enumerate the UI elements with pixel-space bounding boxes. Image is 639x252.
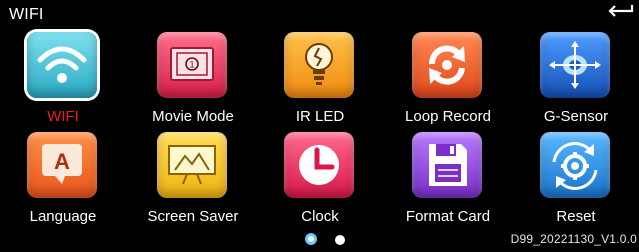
header: WIFI (0, 0, 639, 26)
gsensor-icon (540, 32, 610, 98)
settings-menu-grid: WIFI 1 Movie Mode IR LED Loop Record G-S… (0, 30, 639, 230)
menu-item-label: Reset (556, 208, 596, 225)
menu-item-label: Loop Record (405, 108, 491, 125)
reset-icon (540, 132, 610, 198)
firmware-version: D99_20221130_V1.0.0 (510, 232, 637, 246)
menu-item-g-sensor[interactable]: G-Sensor (513, 30, 639, 130)
menu-item-format-card[interactable]: Format Card (385, 130, 511, 230)
menu-item-label: IR LED (295, 108, 345, 125)
menu-item-ir-led[interactable]: IR LED (257, 30, 383, 130)
menu-item-label: Language (29, 208, 97, 225)
loop-record-icon (412, 32, 482, 98)
menu-item-label: Screen Saver (147, 208, 239, 225)
menu-item-movie-mode[interactable]: 1 Movie Mode (130, 30, 256, 130)
page-dot-1[interactable] (305, 233, 317, 245)
floppy-disk-icon (412, 132, 482, 198)
menu-item-label: WIFI (47, 108, 79, 125)
svg-text:1: 1 (189, 60, 194, 70)
menu-item-label: Format Card (405, 208, 491, 225)
page-title: WIFI (9, 6, 44, 23)
menu-item-label: Clock (301, 208, 339, 225)
page-indicator (305, 233, 355, 249)
clock-icon (284, 132, 354, 198)
language-icon: A (27, 132, 97, 198)
page-dot-2[interactable] (335, 235, 345, 245)
menu-item-clock[interactable]: Clock (257, 130, 383, 230)
screen-saver-icon (157, 132, 227, 198)
menu-item-label: G-Sensor (543, 108, 609, 125)
menu-item-label: Movie Mode (152, 108, 234, 125)
menu-item-loop-record[interactable]: Loop Record (385, 30, 511, 130)
menu-item-language[interactable]: A Language (0, 130, 126, 230)
wifi-icon (27, 32, 97, 98)
menu-item-wifi[interactable]: WIFI (0, 30, 126, 130)
menu-item-screen-saver[interactable]: Screen Saver (130, 130, 256, 230)
lightbulb-icon (284, 32, 354, 98)
menu-item-reset[interactable]: Reset (513, 130, 639, 230)
svg-text:A: A (54, 149, 70, 174)
movie-mode-icon: 1 (157, 32, 227, 98)
back-icon[interactable] (605, 2, 635, 20)
